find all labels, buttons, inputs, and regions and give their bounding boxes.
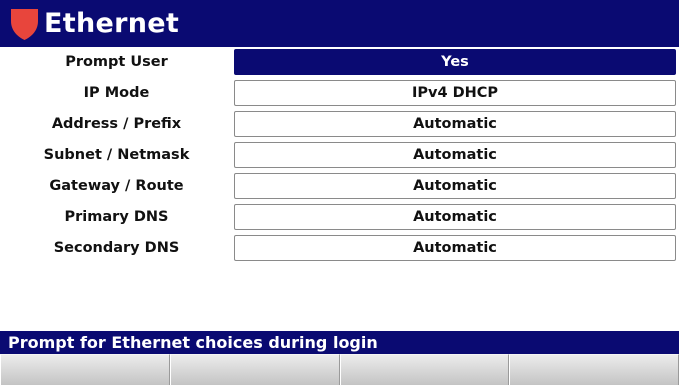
settings-row-subnet-netmask: Subnet / Netmask Automatic [0, 140, 679, 170]
settings-row-gateway-route: Gateway / Route Automatic [0, 171, 679, 201]
shield-icon [11, 9, 38, 40]
page-title: Ethernet [44, 8, 180, 39]
setting-label: Secondary DNS [53, 240, 180, 256]
status-bar: Prompt for Ethernet choices during login [0, 331, 679, 354]
prompt-user-field[interactable]: Yes [234, 49, 676, 75]
settings-row-ip-mode: IP Mode IPv4 DHCP [0, 78, 679, 108]
softkey-4[interactable] [509, 354, 679, 385]
ip-mode-field[interactable]: IPv4 DHCP [234, 80, 676, 106]
setting-label: Primary DNS [64, 209, 169, 225]
setting-label: Gateway / Route [49, 178, 184, 194]
softkey-3[interactable] [339, 354, 510, 385]
settings-row-primary-dns: Primary DNS Automatic [0, 202, 679, 232]
address-prefix-field[interactable]: Automatic [234, 111, 676, 137]
subnet-netmask-field[interactable]: Automatic [234, 142, 676, 168]
title-bar: Ethernet [0, 0, 679, 47]
primary-dns-field[interactable]: Automatic [234, 204, 676, 230]
secondary-dns-field[interactable]: Automatic [234, 235, 676, 261]
softkey-2[interactable] [169, 354, 340, 385]
softkey-bar [0, 354, 679, 385]
ethernet-settings-screen: Ethernet Prompt User Yes IP Mode IPv4 DH… [0, 0, 679, 385]
settings-row-address-prefix: Address / Prefix Automatic [0, 109, 679, 139]
settings-row-prompt-user: Prompt User Yes [0, 47, 679, 77]
settings-row-secondary-dns: Secondary DNS Automatic [0, 233, 679, 263]
setting-label: IP Mode [83, 85, 150, 101]
setting-label: Prompt User [65, 54, 168, 70]
setting-label: Subnet / Netmask [43, 147, 190, 163]
softkey-1[interactable] [0, 354, 170, 385]
gateway-route-field[interactable]: Automatic [234, 173, 676, 199]
setting-label: Address / Prefix [51, 116, 182, 132]
